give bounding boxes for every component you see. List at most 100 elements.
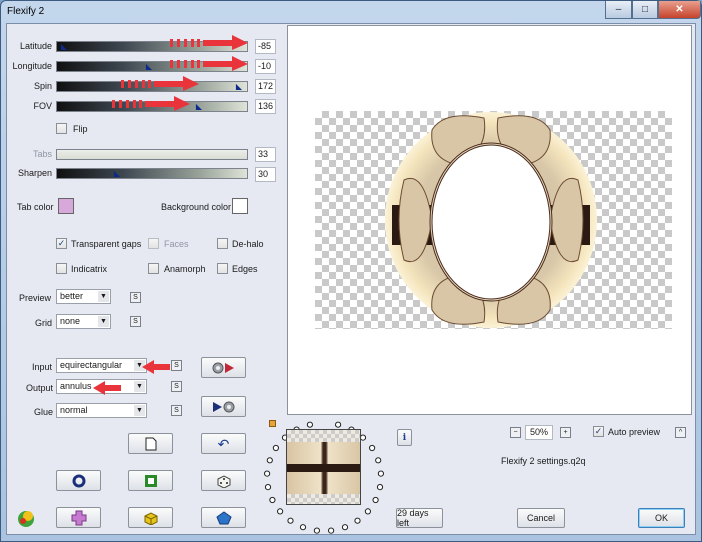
navigator-dot (369, 444, 376, 452)
faces-checkbox[interactable] (148, 238, 159, 249)
navigator-thumbnail[interactable] (286, 429, 361, 505)
de-halo-checkbox[interactable] (217, 238, 228, 249)
slider-thumb[interactable]: ◣ (234, 82, 244, 91)
fov-label: FOV (33, 101, 52, 111)
flip-checkbox[interactable] (56, 123, 67, 134)
navigator-dot (372, 496, 379, 504)
dialog-client: Latitude ◣ -85 Longitude ◣ -10 Spin ◣ 17… (6, 23, 696, 535)
zoom-value[interactable]: 50% (525, 425, 553, 440)
sharpen-slider[interactable]: ◣ (56, 168, 248, 179)
transparent-gaps-checkbox[interactable]: ✓ (56, 238, 67, 249)
glue-dropdown[interactable]: normal ▼ (56, 403, 147, 418)
spin-value[interactable]: 172 (255, 79, 276, 94)
spin-label: Spin (33, 81, 52, 91)
input-preset-button[interactable] (201, 357, 246, 378)
sharpen-label: Sharpen (17, 168, 52, 178)
zoom-in-button[interactable]: + (560, 427, 571, 438)
random-button[interactable] (201, 470, 246, 491)
output-save-button[interactable]: S (171, 381, 182, 392)
grid-save-button[interactable]: S (130, 316, 141, 327)
glue-save-button[interactable]: S (171, 405, 182, 416)
annotation-arrow (112, 96, 190, 111)
input-dropdown[interactable]: equirectangular ▼ (56, 358, 147, 373)
tab-color-label: Tab color (17, 202, 54, 212)
annotation-arrow (121, 76, 199, 91)
output-preset-button[interactable] (201, 396, 246, 417)
transparent-gaps-label: Transparent gaps (71, 239, 142, 249)
tabs-label: Tabs (32, 149, 52, 159)
close-button[interactable]: ✕ (658, 1, 701, 19)
input-dropdown-value: equirectangular (60, 360, 123, 370)
auto-preview-checkbox[interactable]: ✓ (593, 426, 604, 437)
slider-thumb[interactable]: ◣ (144, 62, 154, 71)
grid-dropdown-value: none (60, 316, 81, 326)
preview-save-button[interactable]: S (130, 292, 141, 303)
background-color-swatch[interactable] (232, 198, 248, 214)
cancel-button[interactable]: Cancel (517, 508, 565, 528)
maximize-button[interactable]: □ (632, 1, 658, 19)
annotation-arrow (170, 35, 248, 50)
slider-thumb[interactable]: ◣ (194, 102, 204, 111)
faces-label: Faces (164, 239, 189, 249)
navigator-dot (376, 484, 384, 491)
cube-shape-button[interactable] (128, 507, 173, 528)
annotation-arrow (93, 381, 121, 395)
indicatrix-checkbox[interactable] (56, 263, 67, 274)
navigator-dot (359, 434, 367, 441)
zoom-out-button[interactable]: − (510, 427, 521, 438)
navigator-dot (266, 457, 273, 464)
anamorph-label: Anamorph (164, 264, 206, 274)
cross-icon (71, 510, 86, 525)
navigator-dot (299, 524, 307, 531)
navigator-dot (377, 470, 385, 477)
latitude-label: Latitude (19, 41, 52, 51)
edges-checkbox[interactable] (217, 263, 228, 274)
slider-thumb[interactable]: ◣ (112, 169, 122, 178)
slider-thumb[interactable]: ◣ (59, 42, 69, 51)
grid-label: Grid (35, 318, 53, 328)
navigator-dot (269, 496, 276, 504)
cancel-label: Cancel (526, 513, 555, 523)
minimize-button[interactable]: – (605, 1, 632, 19)
navigator-dot (364, 508, 372, 515)
window-title: Flexify 2 (7, 6, 45, 17)
input-save-button[interactable]: S (171, 360, 182, 371)
ok-label: OK (654, 513, 668, 523)
ring-shape-button[interactable] (56, 470, 101, 491)
new-document-button[interactable] (128, 433, 173, 454)
flip-label: Flip (73, 124, 88, 134)
grid-dropdown[interactable]: none ▼ (56, 314, 111, 329)
pentagon-shape-button[interactable] (201, 507, 246, 528)
longitude-value[interactable]: -10 (255, 59, 276, 74)
ok-button[interactable]: OK (638, 508, 685, 528)
chevron-down-icon: ▼ (134, 381, 145, 392)
preview-canvas[interactable] (287, 25, 692, 415)
gear-play-icon (212, 362, 234, 373)
annulus-preview-image (385, 112, 597, 328)
undo-icon: ↶ (217, 435, 230, 452)
preview-dropdown[interactable]: better ▼ (56, 289, 111, 304)
navigator-dot (272, 444, 279, 452)
preview-dropdown-value: better (60, 291, 84, 301)
anamorph-checkbox[interactable] (148, 263, 159, 274)
undo-button[interactable]: ↶ (201, 433, 246, 454)
info-button[interactable]: i (397, 429, 412, 446)
trial-days-button[interactable]: 29 days left (396, 508, 443, 528)
sharpen-value[interactable]: 30 (255, 167, 276, 182)
chevron-down-icon: ▼ (98, 316, 109, 327)
tabs-value[interactable]: 33 (255, 147, 276, 162)
tab-color-swatch[interactable] (58, 198, 74, 214)
latitude-value[interactable]: -85 (255, 39, 276, 54)
navigator-dot (341, 524, 349, 531)
settings-filename: Flexify 2 settings.q2q (501, 456, 586, 466)
cross-shape-button[interactable] (56, 507, 101, 528)
longitude-label: Longitude (12, 61, 52, 71)
square-frame-button[interactable] (128, 470, 173, 491)
tabs-slider[interactable] (56, 149, 248, 160)
collapse-toggle-button[interactable]: ^ (675, 427, 686, 438)
chevron-down-icon: ▼ (134, 405, 145, 416)
auto-preview-label: Auto preview (608, 427, 661, 437)
fov-value[interactable]: 136 (255, 99, 276, 114)
navigator-dot (264, 470, 271, 477)
navigator-dot (306, 421, 314, 428)
